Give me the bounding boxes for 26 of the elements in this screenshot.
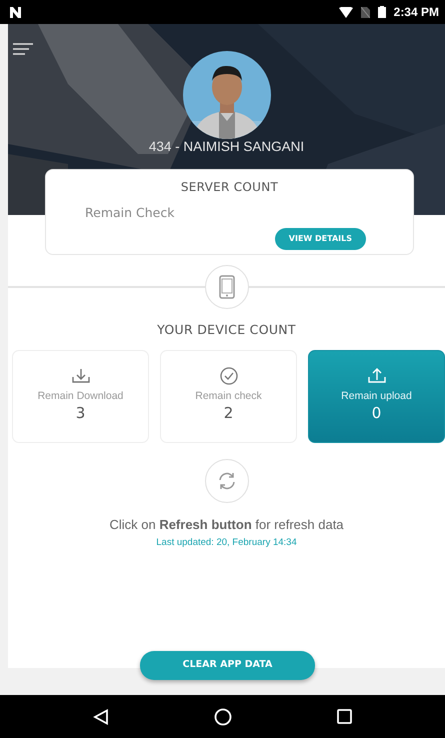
- refresh-button[interactable]: [204, 458, 248, 503]
- count-card[interactable]: Remain upload 0: [308, 350, 445, 443]
- last-updated-text: Last updated: 20, February 14:34: [155, 536, 298, 550]
- refresh-hint: Click on Refresh button for refresh data: [108, 516, 345, 534]
- count-value: 0: [372, 404, 382, 421]
- count-value: 2: [224, 404, 234, 421]
- wifi-icon: [338, 6, 353, 18]
- recents-button[interactable]: [337, 709, 352, 724]
- count-card[interactable]: Remain check 2: [160, 350, 297, 443]
- count-label: Remain upload: [341, 388, 412, 404]
- count-label: Remain check: [195, 388, 262, 404]
- count-label: Remain Download: [38, 388, 124, 404]
- section-title: YOUR DEVICE COUNT: [156, 321, 297, 339]
- count-card[interactable]: Remain Download 3: [12, 350, 149, 443]
- battery-icon: [378, 6, 386, 18]
- no-sim-icon: [360, 6, 370, 18]
- view-details-button[interactable]: VIEW DETAILS: [274, 228, 366, 250]
- upload-icon: [366, 366, 386, 385]
- download-icon: [70, 366, 90, 385]
- home-button[interactable]: [214, 708, 232, 726]
- back-button[interactable]: [92, 708, 109, 724]
- check-circle-icon: [218, 366, 238, 385]
- count-value: 3: [76, 404, 86, 421]
- notification-icon: [10, 6, 21, 18]
- status-time: 2:34 PM: [394, 4, 439, 21]
- clear-app-data-button[interactable]: CLEAR APP DATA: [140, 651, 315, 680]
